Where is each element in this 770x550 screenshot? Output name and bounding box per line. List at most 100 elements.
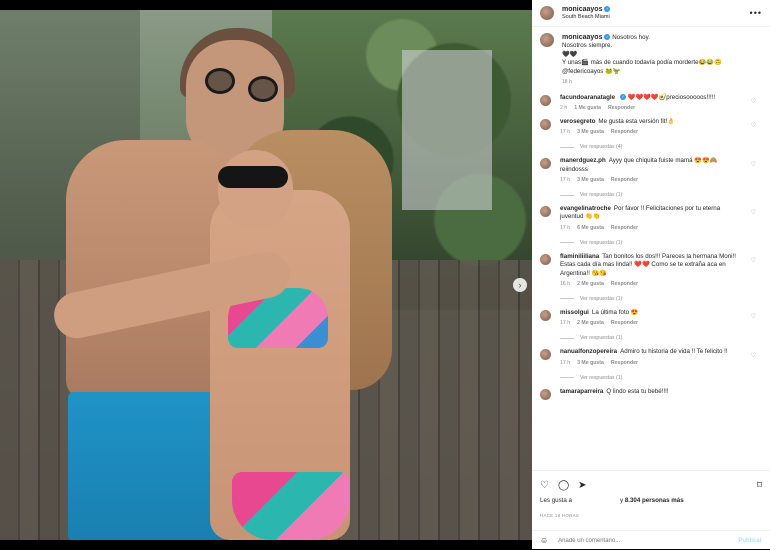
comment-body: verosegreto Me gusta esta versión fit!👌 17…: [560, 118, 740, 150]
post-username[interactable]: monicaayos: [562, 6, 602, 13]
caption-text: monicaayos ✓ Nosotros hoy. Nosotros siemp…: [562, 33, 722, 86]
comment-time: 2 h: [560, 104, 568, 111]
chevron-right-icon[interactable]: ›: [513, 278, 527, 292]
small-heart-icon[interactable]: ♡: [751, 122, 756, 129]
comment-time: 17 h: [560, 359, 571, 366]
likes-count[interactable]: 8.304 personas más: [625, 497, 684, 504]
share-icon[interactable]: ➤: [578, 481, 586, 491]
caption-username[interactable]: monicaayos: [562, 34, 602, 41]
avatar[interactable]: [540, 206, 551, 218]
header-names: monicaayos ✓ South Beach Miami: [562, 6, 750, 20]
comment-likes[interactable]: 6 Me gusta: [577, 225, 604, 231]
comment-username[interactable]: flaminiliiliana: [560, 253, 599, 260]
comment-likes[interactable]: 3 Me gusta: [577, 177, 604, 183]
avatar[interactable]: [540, 253, 551, 265]
comment-username[interactable]: tamaraparreira: [560, 388, 603, 395]
small-heart-icon[interactable]: ♡: [751, 209, 756, 216]
post-caption: monicaayos ✓ Nosotros hoy. Nosotros siemp…: [540, 33, 762, 86]
comment-time: 17 h: [560, 320, 571, 327]
reply-button[interactable]: Responder: [611, 225, 638, 231]
avatar[interactable]: [540, 118, 551, 130]
comment-username[interactable]: facundoaranatagle: [560, 94, 615, 101]
comment-item: missolgui La última foto 😍 17 h 2 Me gusta R…: [540, 309, 762, 341]
post-header: monicaayos ✓ South Beach Miami •••: [532, 0, 770, 27]
small-heart-icon[interactable]: ♡: [751, 313, 756, 320]
comment-body: manerdguez.ph Ayyy que chiquita fuiste ma…: [560, 157, 740, 198]
view-replies-button[interactable]: Ver respuestas (1): [560, 335, 740, 341]
comment-body: missolgui La última foto 😍 17 h 2 Me gusta R…: [560, 309, 740, 341]
view-replies-button[interactable]: Ver respuestas (1): [560, 192, 740, 198]
reply-button[interactable]: Responder: [611, 281, 638, 287]
comment-time: 17 h: [560, 129, 571, 136]
avatar[interactable]: [540, 309, 551, 321]
avatar[interactable]: [540, 158, 551, 170]
avatar[interactable]: [540, 6, 554, 20]
comment-input[interactable]: [558, 537, 739, 544]
comment-line: flaminiliiliana Tan bonitos los dos!!! Pa…: [560, 253, 740, 278]
comment-username[interactable]: manerdguez.ph: [560, 157, 606, 164]
likes-suffix: y: [620, 497, 624, 504]
avatar[interactable]: [540, 388, 551, 400]
caption-line: Nosotros hoy.: [612, 34, 650, 41]
comment-text: Admiro tu historia de vida !! Te felicit…: [620, 348, 728, 356]
comments-list[interactable]: monicaayos ✓ Nosotros hoy. Nosotros siemp…: [532, 33, 770, 470]
view-replies-button[interactable]: Ver respuestas (1): [560, 375, 740, 381]
reply-button[interactable]: Responder: [611, 360, 638, 366]
comment-item: evangelinatroche Por favor !! Felicitacio…: [540, 205, 762, 246]
comment-time: 17 h: [560, 177, 571, 184]
post-timestamp: HACE 18 HORAS: [540, 513, 580, 518]
reply-button[interactable]: Responder: [611, 177, 638, 183]
small-heart-icon[interactable]: ♡: [751, 161, 756, 168]
post-comment-button[interactable]: Publicar: [738, 538, 762, 544]
post-photo[interactable]: ›: [0, 10, 532, 540]
view-replies-button[interactable]: Ver respuestas (4): [560, 144, 740, 150]
comment-actions: 16 h 2 Me gusta Responder: [560, 281, 740, 287]
comment-likes[interactable]: 1 Me gusta: [574, 105, 601, 111]
comment-actions: 17 h 3 Me gusta Responder: [560, 360, 740, 366]
comment-line: nanualfonzopereira Admiro tu historia de …: [560, 348, 740, 356]
emoji-icon[interactable]: ☺: [540, 536, 548, 545]
post-sidebar: monicaayos ✓ South Beach Miami ••• monica…: [532, 0, 770, 549]
small-heart-icon[interactable]: ♡: [751, 257, 756, 264]
more-options-icon[interactable]: •••: [750, 8, 762, 18]
comment-icon[interactable]: ◯: [558, 481, 569, 491]
comment-text: ❤️❤️❤️❤️🥑preciosooooos!!!!!: [627, 93, 716, 101]
heart-icon[interactable]: ♡: [540, 481, 549, 491]
comment-text: Me gusta esta versión fit!👌: [598, 117, 675, 125]
small-heart-icon[interactable]: ♡: [751, 352, 756, 359]
woman-sunglasses: [218, 166, 288, 188]
avatar[interactable]: [540, 349, 551, 361]
comment-likes[interactable]: 2 Me gusta: [577, 320, 604, 326]
verified-icon: ✓: [604, 6, 611, 13]
comment-actions: 17 h 2 Me gusta Responder: [560, 320, 740, 326]
comment-likes[interactable]: 2 Me gusta: [577, 281, 604, 287]
likes-summary: Les gusta a y 8.304 personas más: [532, 497, 770, 504]
post-footer: ♡ ◯ ➤ ⌑ Les gusta a y 8.304 personas más…: [532, 470, 770, 549]
comment-username[interactable]: nanualfonzopereira: [560, 348, 617, 355]
comment-likes[interactable]: 3 Me gusta: [577, 360, 604, 366]
reply-button[interactable]: Responder: [611, 320, 638, 326]
reply-button[interactable]: Responder: [608, 105, 635, 111]
bookmark-icon[interactable]: ⌑: [757, 481, 762, 491]
comment-item: facundoaranatagle ✓ ❤️❤️❤️❤️🥑preciosooooo…: [540, 94, 762, 111]
comment-text: La última foto 😍: [591, 308, 639, 316]
comment-line: verosegreto Me gusta esta versión fit!👌: [560, 118, 740, 126]
small-heart-icon[interactable]: ♡: [751, 98, 756, 105]
comment-username[interactable]: evangelinatroche: [560, 205, 611, 212]
comment-container: facundoaranatagle ✓ ❤️❤️❤️❤️🥑preciosooooo…: [540, 94, 762, 400]
comment-body: evangelinatroche Por favor !! Felicitacio…: [560, 205, 740, 246]
comment-likes[interactable]: 3 Me gusta: [577, 129, 604, 135]
comment-username[interactable]: missolgui: [560, 309, 589, 316]
comment-item: nanualfonzopereira Admiro tu historia de …: [540, 348, 762, 381]
view-replies-button[interactable]: Ver respuestas (1): [560, 240, 740, 246]
reply-button[interactable]: Responder: [611, 129, 638, 135]
woman-face: [218, 150, 293, 230]
caption-mention[interactable]: @federicoayos 🐸🦖: [562, 68, 621, 75]
avatar[interactable]: [540, 33, 554, 47]
comment-item: verosegreto Me gusta esta versión fit!👌 17…: [540, 118, 762, 150]
comment-username[interactable]: verosegreto: [560, 118, 595, 125]
post-location[interactable]: South Beach Miami: [562, 14, 750, 20]
avatar[interactable]: [540, 94, 551, 106]
bikini-bottom: [232, 472, 350, 540]
view-replies-button[interactable]: Ver respuestas (1): [560, 296, 740, 302]
